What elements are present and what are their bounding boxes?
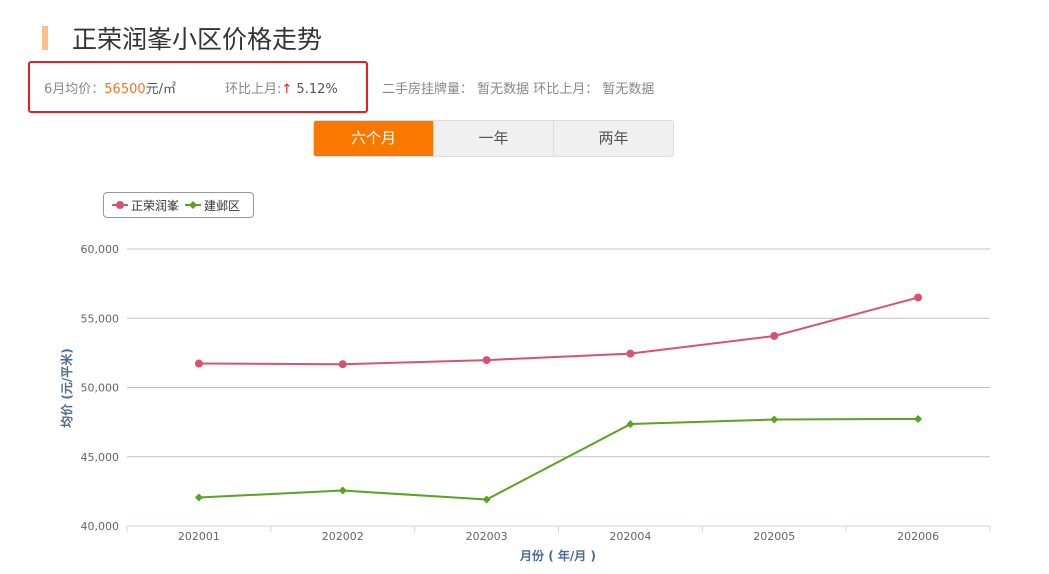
x-tick-label: 202004 <box>609 530 651 543</box>
data-point <box>338 360 347 369</box>
y-tick-label: 40,000 <box>81 520 120 533</box>
data-point <box>626 420 635 429</box>
data-point <box>482 356 491 365</box>
data-point <box>194 359 203 368</box>
y-tick-label: 55,000 <box>81 312 120 325</box>
data-point <box>914 414 923 423</box>
x-axis-title: 月份 ( 年/月 ) <box>519 548 596 563</box>
data-point <box>338 486 347 495</box>
y-tick-label: 60,000 <box>81 243 120 256</box>
data-point <box>194 493 203 502</box>
series-line-1 <box>198 296 919 366</box>
data-point <box>914 293 923 302</box>
y-tick-label: 50,000 <box>81 382 120 395</box>
data-point <box>626 349 635 358</box>
y-axis-title: 均价 (元/平米) <box>59 348 74 428</box>
data-point <box>482 495 491 504</box>
price-trend-chart: 40,000 45,000 50,000 55,000 60,000 202001 2020… <box>59 243 991 563</box>
x-tick-label: 202005 <box>753 530 795 543</box>
x-tick-label: 202006 <box>897 530 939 543</box>
y-tick-label: 45,000 <box>81 451 120 464</box>
data-point <box>770 415 779 424</box>
x-tick-label: 202003 <box>466 530 508 543</box>
x-tick-label: 202001 <box>178 530 220 543</box>
series-line-2 <box>198 417 919 501</box>
data-point <box>770 331 779 340</box>
x-tick-label: 202002 <box>322 530 364 543</box>
